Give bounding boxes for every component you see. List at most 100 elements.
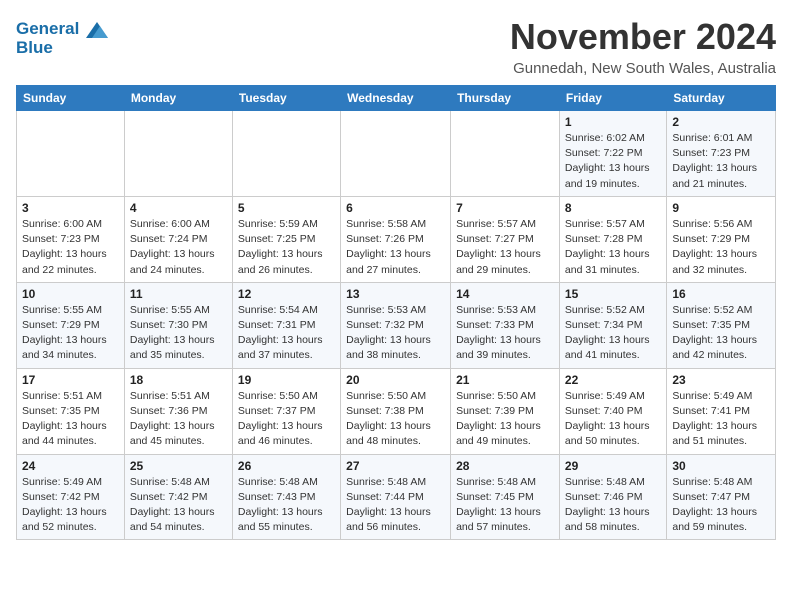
day-info: Sunrise: 5:50 AM Sunset: 7:39 PM Dayligh… — [456, 389, 554, 450]
day-number: 9 — [672, 201, 770, 215]
calendar-week-row: 10Sunrise: 5:55 AM Sunset: 7:29 PM Dayli… — [17, 282, 776, 368]
day-number: 4 — [130, 201, 227, 215]
day-info: Sunrise: 5:53 AM Sunset: 7:33 PM Dayligh… — [456, 303, 554, 364]
weekday-header-saturday: Saturday — [667, 86, 776, 111]
day-info: Sunrise: 6:02 AM Sunset: 7:22 PM Dayligh… — [565, 131, 661, 192]
calendar-week-row: 24Sunrise: 5:49 AM Sunset: 7:42 PM Dayli… — [17, 454, 776, 540]
calendar-cell — [341, 111, 451, 197]
day-number: 21 — [456, 373, 554, 387]
day-info: Sunrise: 6:01 AM Sunset: 7:23 PM Dayligh… — [672, 131, 770, 192]
calendar-table: SundayMondayTuesdayWednesdayThursdayFrid… — [16, 85, 776, 540]
day-number: 15 — [565, 287, 661, 301]
calendar-cell: 1 Sunrise: 6:02 AM Sunset: 7:22 PM Daylig… — [559, 111, 666, 197]
calendar-cell: 6 Sunrise: 5:58 AM Sunset: 7:26 PM Daylig… — [341, 196, 451, 282]
day-number: 23 — [672, 373, 770, 387]
weekday-header-tuesday: Tuesday — [232, 86, 340, 111]
logo-blue: Blue — [16, 39, 108, 58]
calendar-cell: 16 Sunrise: 5:52 AM Sunset: 7:35 PM Dayli… — [667, 282, 776, 368]
day-number: 3 — [22, 201, 119, 215]
calendar-cell: 30 Sunrise: 5:48 AM Sunset: 7:47 PM Dayli… — [667, 454, 776, 540]
day-number: 13 — [346, 287, 445, 301]
day-info: Sunrise: 5:50 AM Sunset: 7:38 PM Dayligh… — [346, 389, 445, 450]
calendar-cell: 23 Sunrise: 5:49 AM Sunset: 7:41 PM Dayli… — [667, 368, 776, 454]
day-info: Sunrise: 5:48 AM Sunset: 7:43 PM Dayligh… — [238, 475, 335, 536]
calendar-cell: 25 Sunrise: 5:48 AM Sunset: 7:42 PM Dayli… — [124, 454, 232, 540]
day-info: Sunrise: 5:56 AM Sunset: 7:29 PM Dayligh… — [672, 217, 770, 278]
day-number: 18 — [130, 373, 227, 387]
day-info: Sunrise: 5:49 AM Sunset: 7:41 PM Dayligh… — [672, 389, 770, 450]
calendar-cell: 14 Sunrise: 5:53 AM Sunset: 7:33 PM Dayli… — [451, 282, 560, 368]
calendar-cell: 15 Sunrise: 5:52 AM Sunset: 7:34 PM Dayli… — [559, 282, 666, 368]
day-number: 28 — [456, 459, 554, 473]
calendar-cell: 19 Sunrise: 5:50 AM Sunset: 7:37 PM Dayli… — [232, 368, 340, 454]
day-number: 30 — [672, 459, 770, 473]
day-number: 8 — [565, 201, 661, 215]
calendar-cell: 8 Sunrise: 5:57 AM Sunset: 7:28 PM Daylig… — [559, 196, 666, 282]
day-info: Sunrise: 5:48 AM Sunset: 7:47 PM Dayligh… — [672, 475, 770, 536]
weekday-header-sunday: Sunday — [17, 86, 125, 111]
day-number: 1 — [565, 115, 661, 129]
weekday-header-thursday: Thursday — [451, 86, 560, 111]
logo: General Blue — [16, 20, 108, 57]
page-header: General Blue November 2024 Gunnedah, New… — [16, 16, 776, 77]
day-number: 7 — [456, 201, 554, 215]
calendar-cell: 5 Sunrise: 5:59 AM Sunset: 7:25 PM Daylig… — [232, 196, 340, 282]
day-info: Sunrise: 5:57 AM Sunset: 7:28 PM Dayligh… — [565, 217, 661, 278]
day-info: Sunrise: 5:51 AM Sunset: 7:36 PM Dayligh… — [130, 389, 227, 450]
day-info: Sunrise: 5:48 AM Sunset: 7:44 PM Dayligh… — [346, 475, 445, 536]
day-number: 27 — [346, 459, 445, 473]
calendar-week-row: 17Sunrise: 5:51 AM Sunset: 7:35 PM Dayli… — [17, 368, 776, 454]
calendar-cell: 7Sunrise: 5:57 AM Sunset: 7:27 PM Daylig… — [451, 196, 560, 282]
day-info: Sunrise: 5:48 AM Sunset: 7:42 PM Dayligh… — [130, 475, 227, 536]
day-info: Sunrise: 5:52 AM Sunset: 7:34 PM Dayligh… — [565, 303, 661, 364]
day-number: 5 — [238, 201, 335, 215]
day-info: Sunrise: 5:59 AM Sunset: 7:25 PM Dayligh… — [238, 217, 335, 278]
weekday-header-friday: Friday — [559, 86, 666, 111]
calendar-cell: 11 Sunrise: 5:55 AM Sunset: 7:30 PM Dayli… — [124, 282, 232, 368]
calendar-cell: 24Sunrise: 5:49 AM Sunset: 7:42 PM Dayli… — [17, 454, 125, 540]
calendar-cell — [124, 111, 232, 197]
calendar-cell: 28 Sunrise: 5:48 AM Sunset: 7:45 PM Dayli… — [451, 454, 560, 540]
calendar-cell: 26 Sunrise: 5:48 AM Sunset: 7:43 PM Dayli… — [232, 454, 340, 540]
weekday-header-row: SundayMondayTuesdayWednesdayThursdayFrid… — [17, 86, 776, 111]
month-title: November 2024 — [510, 16, 776, 58]
day-info: Sunrise: 5:58 AM Sunset: 7:26 PM Dayligh… — [346, 217, 445, 278]
day-info: Sunrise: 5:55 AM Sunset: 7:30 PM Dayligh… — [130, 303, 227, 364]
day-info: Sunrise: 5:53 AM Sunset: 7:32 PM Dayligh… — [346, 303, 445, 364]
day-number: 11 — [130, 287, 227, 301]
calendar-week-row: 1 Sunrise: 6:02 AM Sunset: 7:22 PM Daylig… — [17, 111, 776, 197]
day-number: 29 — [565, 459, 661, 473]
day-number: 22 — [565, 373, 661, 387]
day-number: 14 — [456, 287, 554, 301]
calendar-cell: 27 Sunrise: 5:48 AM Sunset: 7:44 PM Dayli… — [341, 454, 451, 540]
day-info: Sunrise: 5:55 AM Sunset: 7:29 PM Dayligh… — [22, 303, 119, 364]
day-number: 20 — [346, 373, 445, 387]
calendar-cell: 13 Sunrise: 5:53 AM Sunset: 7:32 PM Dayli… — [341, 282, 451, 368]
calendar-cell: 18 Sunrise: 5:51 AM Sunset: 7:36 PM Dayli… — [124, 368, 232, 454]
day-number: 16 — [672, 287, 770, 301]
calendar-cell: 12Sunrise: 5:54 AM Sunset: 7:31 PM Dayli… — [232, 282, 340, 368]
calendar-cell: 3Sunrise: 6:00 AM Sunset: 7:23 PM Daylig… — [17, 196, 125, 282]
calendar-cell — [17, 111, 125, 197]
calendar-cell: 22 Sunrise: 5:49 AM Sunset: 7:40 PM Dayli… — [559, 368, 666, 454]
day-number: 19 — [238, 373, 335, 387]
calendar-cell: 2 Sunrise: 6:01 AM Sunset: 7:23 PM Daylig… — [667, 111, 776, 197]
day-number: 17 — [22, 373, 119, 387]
day-info: Sunrise: 5:49 AM Sunset: 7:42 PM Dayligh… — [22, 475, 119, 536]
title-area: November 2024 Gunnedah, New South Wales,… — [510, 16, 776, 77]
calendar-cell — [451, 111, 560, 197]
day-number: 12 — [238, 287, 335, 301]
calendar-cell — [232, 111, 340, 197]
day-info: Sunrise: 5:50 AM Sunset: 7:37 PM Dayligh… — [238, 389, 335, 450]
day-info: Sunrise: 5:49 AM Sunset: 7:40 PM Dayligh… — [565, 389, 661, 450]
day-info: Sunrise: 5:48 AM Sunset: 7:46 PM Dayligh… — [565, 475, 661, 536]
day-info: Sunrise: 5:48 AM Sunset: 7:45 PM Dayligh… — [456, 475, 554, 536]
day-number: 25 — [130, 459, 227, 473]
day-info: Sunrise: 5:52 AM Sunset: 7:35 PM Dayligh… — [672, 303, 770, 364]
weekday-header-wednesday: Wednesday — [341, 86, 451, 111]
day-number: 26 — [238, 459, 335, 473]
calendar-week-row: 3Sunrise: 6:00 AM Sunset: 7:23 PM Daylig… — [17, 196, 776, 282]
day-info: Sunrise: 6:00 AM Sunset: 7:24 PM Dayligh… — [130, 217, 227, 278]
day-number: 2 — [672, 115, 770, 129]
day-number: 6 — [346, 201, 445, 215]
